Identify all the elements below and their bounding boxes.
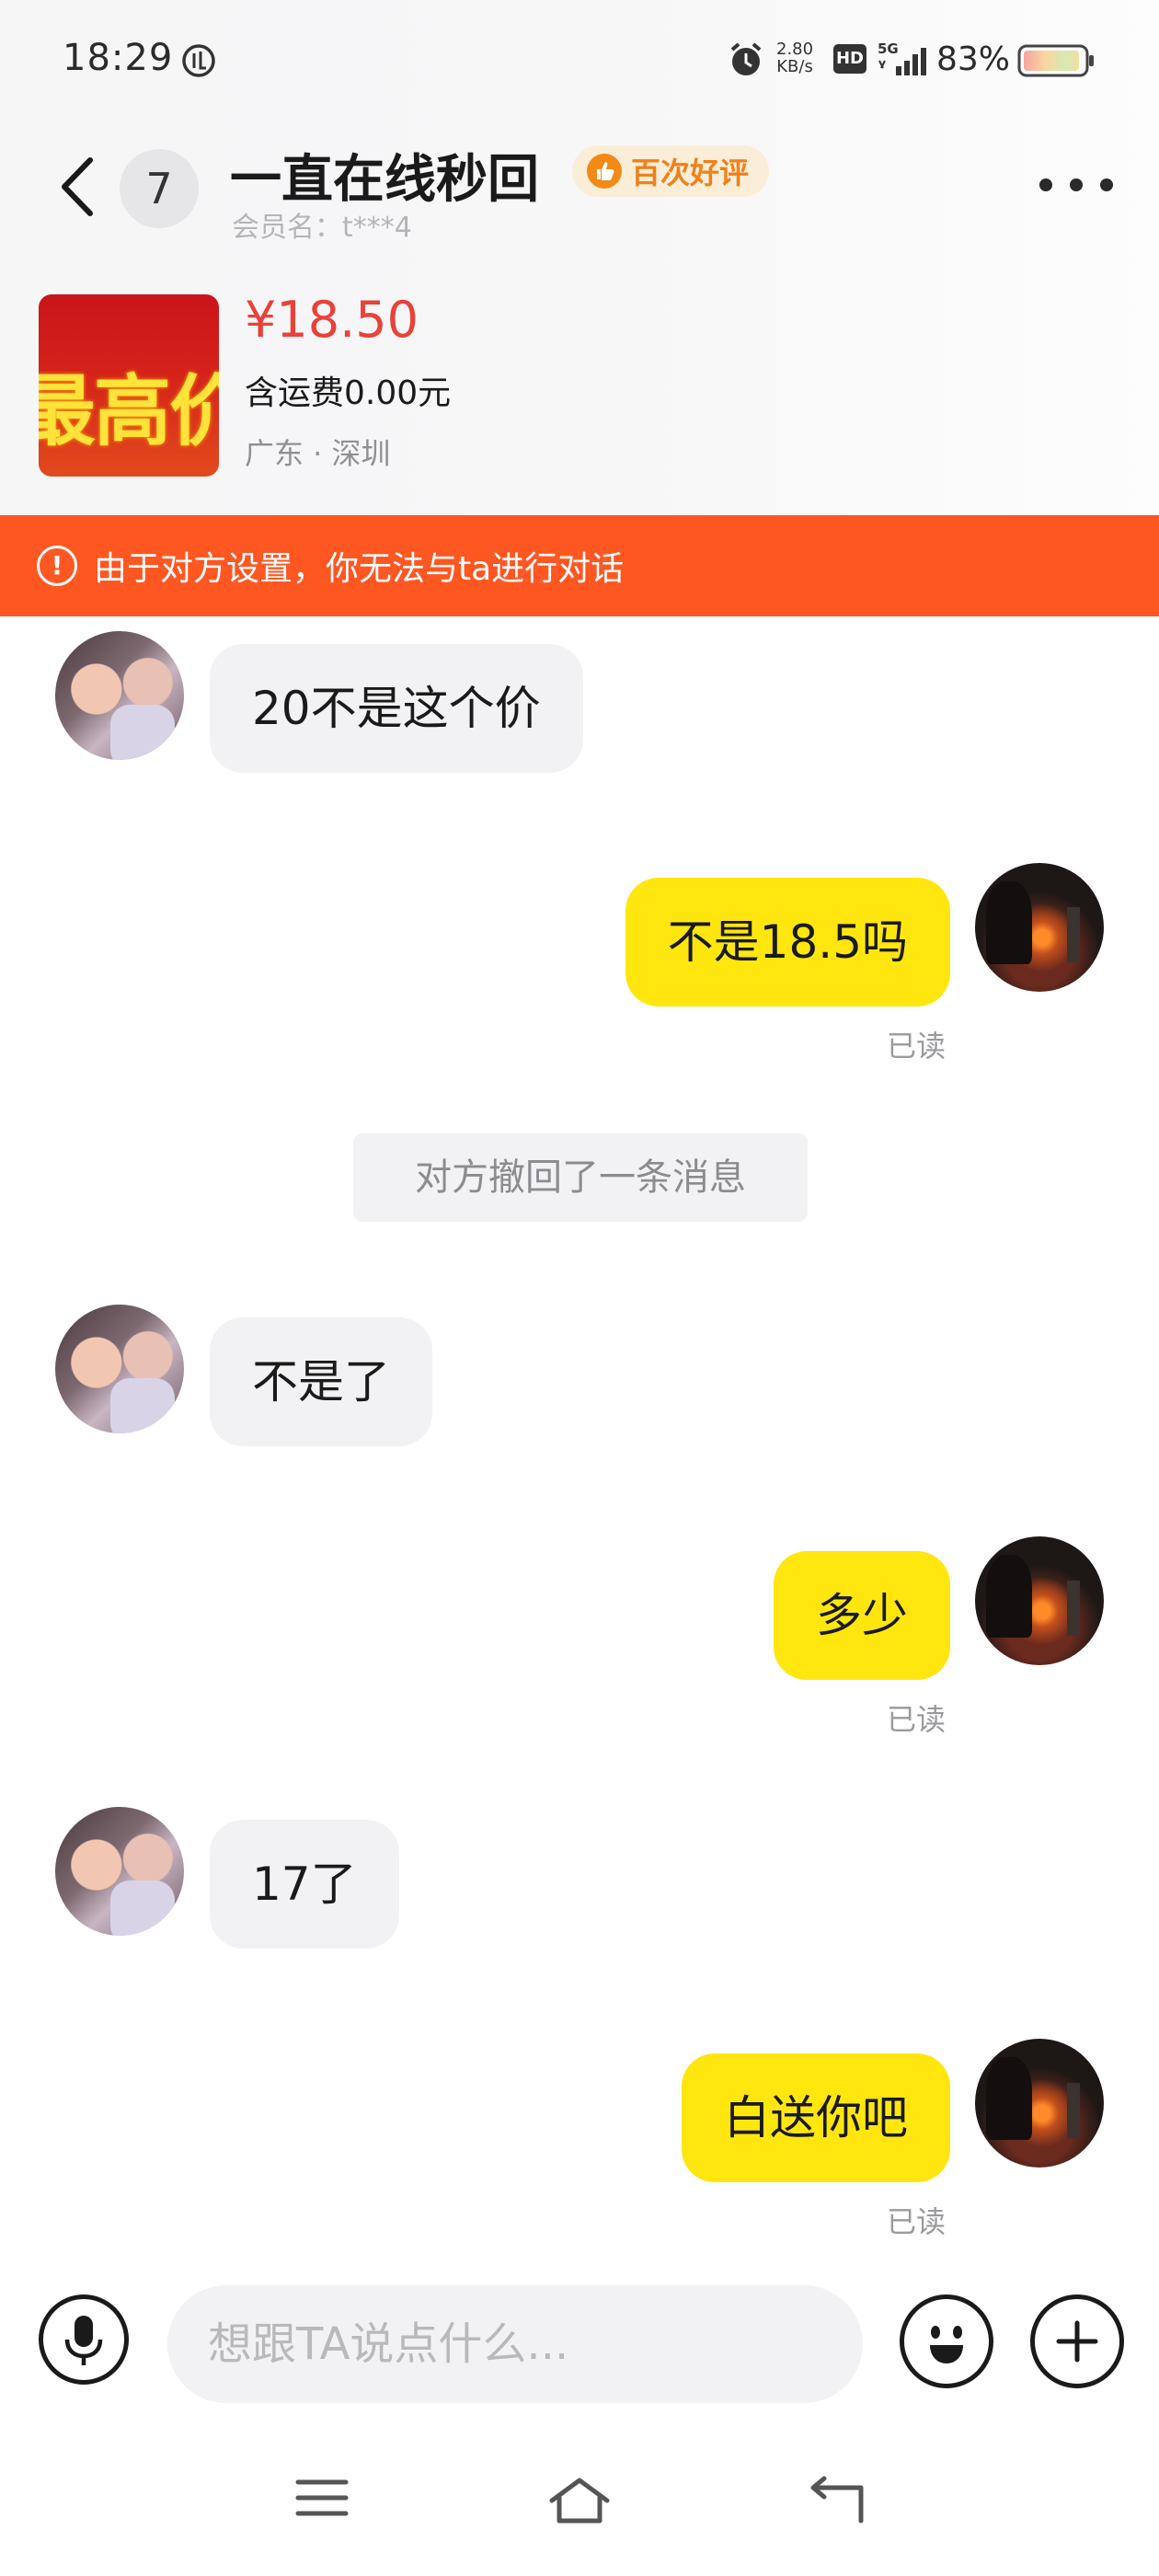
rating-badge: 百次好评 (572, 145, 770, 197)
unread-count-badge[interactable]: 7 (120, 149, 199, 228)
product-location: 广东 · 深圳 (245, 436, 391, 471)
recalled-notice: 对方撤回了一条消息 (353, 1133, 808, 1222)
menu-icon[interactable] (293, 2475, 351, 2521)
product-image-text: 最高价 (39, 366, 219, 456)
message-bubble-right[interactable]: 多少 (774, 1551, 950, 1680)
read-status: 已读 (887, 1029, 947, 1064)
member-name: 会员名：t***4 (232, 212, 412, 244)
rating-badge-text: 百次好评 (631, 155, 750, 190)
mic-icon (64, 2316, 103, 2365)
read-status: 已读 (887, 1702, 947, 1737)
my-avatar[interactable] (975, 1536, 1104, 1665)
warning-icon: ! (37, 546, 77, 586)
svg-text:5G: 5G (878, 40, 899, 57)
hd-icon: HD (833, 44, 866, 74)
product-shipping: 含运费0.00元 (245, 374, 452, 412)
product-price: ¥18.50 (245, 291, 419, 349)
thumbs-up-icon (587, 154, 622, 189)
home-icon[interactable] (546, 2475, 613, 2526)
plus-icon (1056, 2320, 1098, 2363)
my-avatar[interactable] (975, 863, 1104, 992)
message-bubble-left[interactable]: 20不是这个价 (210, 644, 583, 773)
alarm-icon (730, 42, 762, 75)
chat-title: 一直在线秒回 (230, 150, 539, 210)
battery-percent: 83% (936, 40, 1011, 78)
seller-avatar[interactable] (55, 1305, 184, 1433)
message-bubble-right[interactable]: 不是18.5吗 (625, 878, 950, 1006)
warning-banner: ! 由于对方设置，你无法与ta进行对话 (0, 515, 1159, 616)
message-bubble-right[interactable]: 白送你吧 (682, 2053, 950, 2182)
data-saver-icon (182, 44, 215, 77)
emoji-button[interactable] (900, 2294, 993, 2388)
warning-text: 由于对方设置，你无法与ta进行对话 (94, 550, 625, 588)
more-icon[interactable] (1039, 173, 1113, 197)
back-icon[interactable] (806, 2475, 866, 2526)
message-bubble-left[interactable]: 17了 (210, 1820, 399, 1949)
product-image[interactable]: 最高价 (39, 294, 219, 477)
status-bar: 18:29 2.80 KB/s HD 5G 83% (0, 0, 1159, 120)
status-time: 18:29 (63, 37, 174, 79)
voice-button[interactable] (39, 2294, 129, 2385)
read-status: 已读 (887, 2204, 947, 2239)
seller-avatar[interactable] (55, 1807, 184, 1936)
net-speed-unit: KB/s (776, 57, 813, 76)
more-actions-button[interactable] (1030, 2294, 1124, 2388)
battery-icon (1017, 44, 1094, 77)
message-bubble-left[interactable]: 不是了 (210, 1317, 432, 1446)
emoji-icon (930, 2326, 963, 2363)
net-speed: 2.80 KB/s (776, 40, 813, 75)
message-input[interactable] (167, 2285, 863, 2403)
net-speed-value: 2.80 (776, 40, 814, 59)
my-avatar[interactable] (975, 2039, 1104, 2168)
signal-icon: 5G (878, 40, 926, 75)
seller-avatar[interactable] (55, 631, 184, 760)
back-arrow-icon[interactable] (55, 155, 101, 219)
